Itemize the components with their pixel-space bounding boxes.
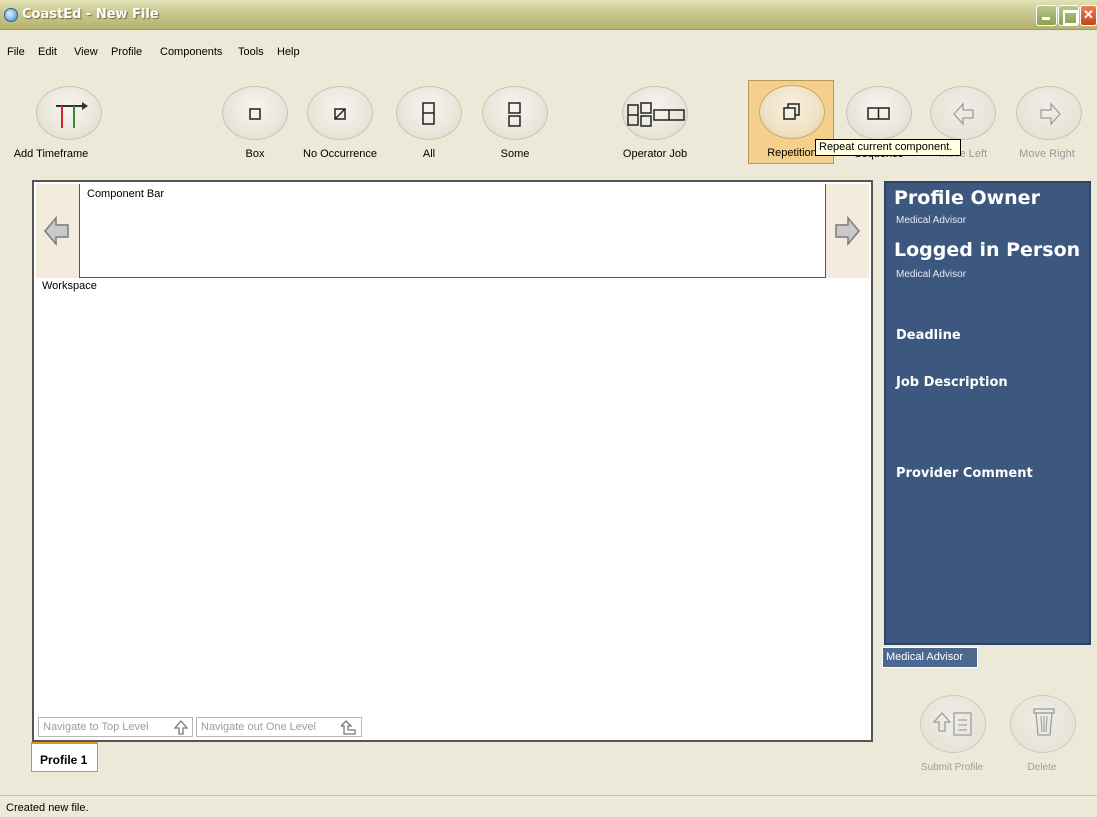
- operator-job-button[interactable]: Operator Job: [612, 82, 698, 166]
- add-timeframe-button[interactable]: Add Timeframe: [14, 82, 112, 166]
- sequence-icon: [867, 107, 890, 120]
- no-occurrence-label: No Occurrence: [303, 148, 377, 160]
- menu-file[interactable]: File: [7, 46, 25, 58]
- component-bar-label: Component Bar: [87, 188, 165, 200]
- arrow-left-icon: [953, 102, 974, 126]
- operator-job-label: Operator Job: [622, 148, 688, 160]
- main-frame: Component Bar Workspace Navigate to Top …: [32, 180, 873, 742]
- delete-button[interactable]: Delete: [1002, 695, 1082, 780]
- up-arrow-icon: [174, 720, 188, 735]
- job-description-heading: Job Description: [896, 375, 1008, 390]
- component-bar: Component Bar: [36, 184, 869, 278]
- all-label: All: [422, 148, 436, 160]
- tab-profile-1[interactable]: Profile 1: [31, 742, 98, 772]
- submit-profile-button[interactable]: Submit Profile: [912, 695, 992, 780]
- move-right-button[interactable]: Move Right: [1006, 82, 1092, 166]
- menu-bar: File Edit View Profile Components Tools …: [0, 40, 1097, 62]
- move-right-label: Move Right: [1019, 148, 1075, 160]
- menu-tools[interactable]: Tools: [238, 46, 264, 58]
- submit-profile-label: Submit Profile: [920, 762, 984, 773]
- arrow-right-icon: [1040, 102, 1061, 126]
- logged-in-value: Medical Advisor: [896, 269, 967, 280]
- workspace-label: Workspace: [42, 280, 97, 292]
- menu-view[interactable]: View: [74, 46, 98, 58]
- some-icon: [508, 102, 521, 127]
- app-globe-icon: [4, 8, 18, 22]
- repetition-tooltip: Repeat current component.: [815, 139, 961, 156]
- navigate-top-level-button[interactable]: Navigate to Top Level: [38, 717, 193, 737]
- window-title: CoastEd - New File: [22, 7, 159, 22]
- profile-owner-value: Medical Advisor: [896, 215, 967, 226]
- close-button[interactable]: [1080, 5, 1097, 26]
- repetition-icon: [783, 103, 800, 120]
- status-bar: Created new file.: [0, 795, 1097, 817]
- title-bar: CoastEd - New File: [0, 0, 1097, 30]
- all-icon: [422, 102, 435, 125]
- menu-components[interactable]: Components: [160, 46, 222, 58]
- component-bar-scroll-right[interactable]: [825, 184, 869, 278]
- profile-info-panel: Profile Owner Medical Advisor Logged in …: [884, 181, 1091, 645]
- box-icon: [249, 108, 261, 120]
- delete-label: Delete: [1027, 762, 1057, 773]
- deadline-heading: Deadline: [896, 328, 961, 343]
- logged-in-heading: Logged in Person: [894, 239, 1081, 261]
- tab-profile-1-label: Profile 1: [40, 753, 88, 767]
- submit-profile-icon: [932, 712, 972, 736]
- navigate-out-one-level-label: Navigate out One Level: [201, 721, 316, 733]
- minimize-button[interactable]: [1036, 5, 1057, 26]
- box-button[interactable]: Box: [212, 82, 298, 166]
- status-text: Created new file.: [6, 802, 89, 814]
- arrow-left-icon: [44, 216, 69, 246]
- add-timeframe-label: Add Timeframe: [13, 148, 89, 160]
- no-occurrence-icon: [334, 108, 346, 120]
- timeframe-icon: [56, 102, 88, 128]
- navigate-top-level-label: Navigate to Top Level: [43, 721, 149, 733]
- menu-help[interactable]: Help: [277, 46, 300, 58]
- no-occurrence-button[interactable]: No Occurrence: [297, 82, 383, 166]
- trash-icon: [1033, 708, 1055, 736]
- maximize-button[interactable]: [1058, 5, 1079, 26]
- workspace-canvas[interactable]: [36, 294, 869, 714]
- all-button[interactable]: All: [386, 82, 472, 166]
- box-label: Box: [245, 148, 265, 160]
- navigate-out-one-level-button[interactable]: Navigate out One Level: [196, 717, 362, 737]
- provider-comment-heading: Provider Comment: [896, 466, 1033, 481]
- role-tab-medical-advisor[interactable]: Medical Advisor: [882, 647, 978, 668]
- component-bar-scroll-left[interactable]: [36, 184, 80, 278]
- some-button[interactable]: Some: [472, 82, 558, 166]
- arrow-right-icon: [835, 216, 860, 246]
- operator-job-icon: [627, 102, 685, 127]
- profile-owner-heading: Profile Owner: [894, 187, 1040, 209]
- menu-profile[interactable]: Profile: [111, 46, 142, 58]
- some-label: Some: [500, 148, 530, 160]
- menu-edit[interactable]: Edit: [38, 46, 57, 58]
- level-up-icon: [341, 720, 356, 735]
